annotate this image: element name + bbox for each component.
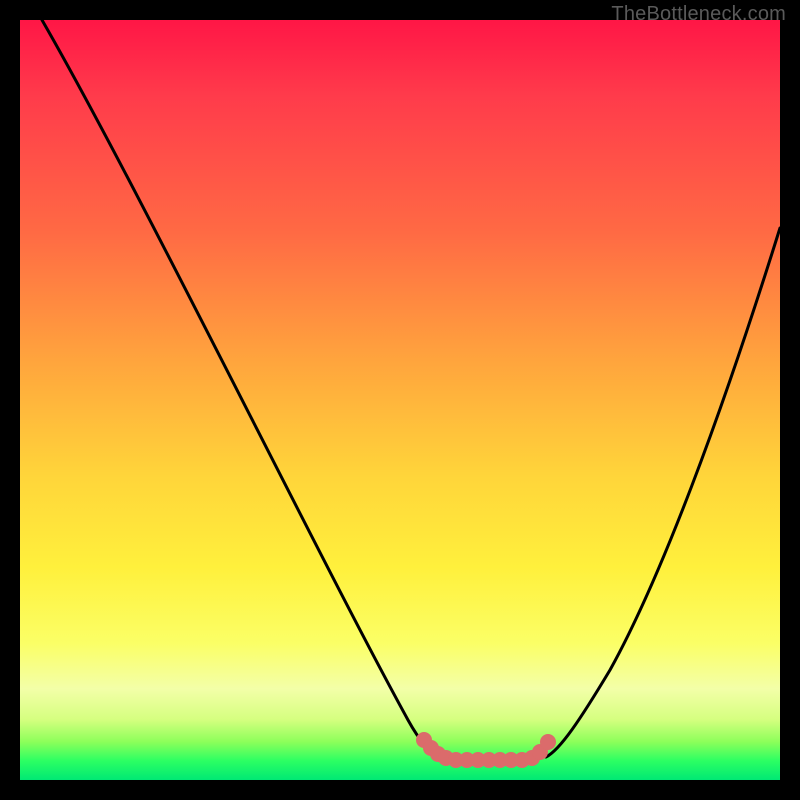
curve-left-branch	[42, 20, 440, 757]
valley-markers	[416, 732, 556, 768]
chart-frame: TheBottleneck.com	[0, 0, 800, 800]
plot-area	[20, 20, 780, 780]
watermark-text: TheBottleneck.com	[611, 3, 786, 26]
chart-svg	[20, 20, 780, 780]
curve-right-branch	[546, 228, 780, 757]
